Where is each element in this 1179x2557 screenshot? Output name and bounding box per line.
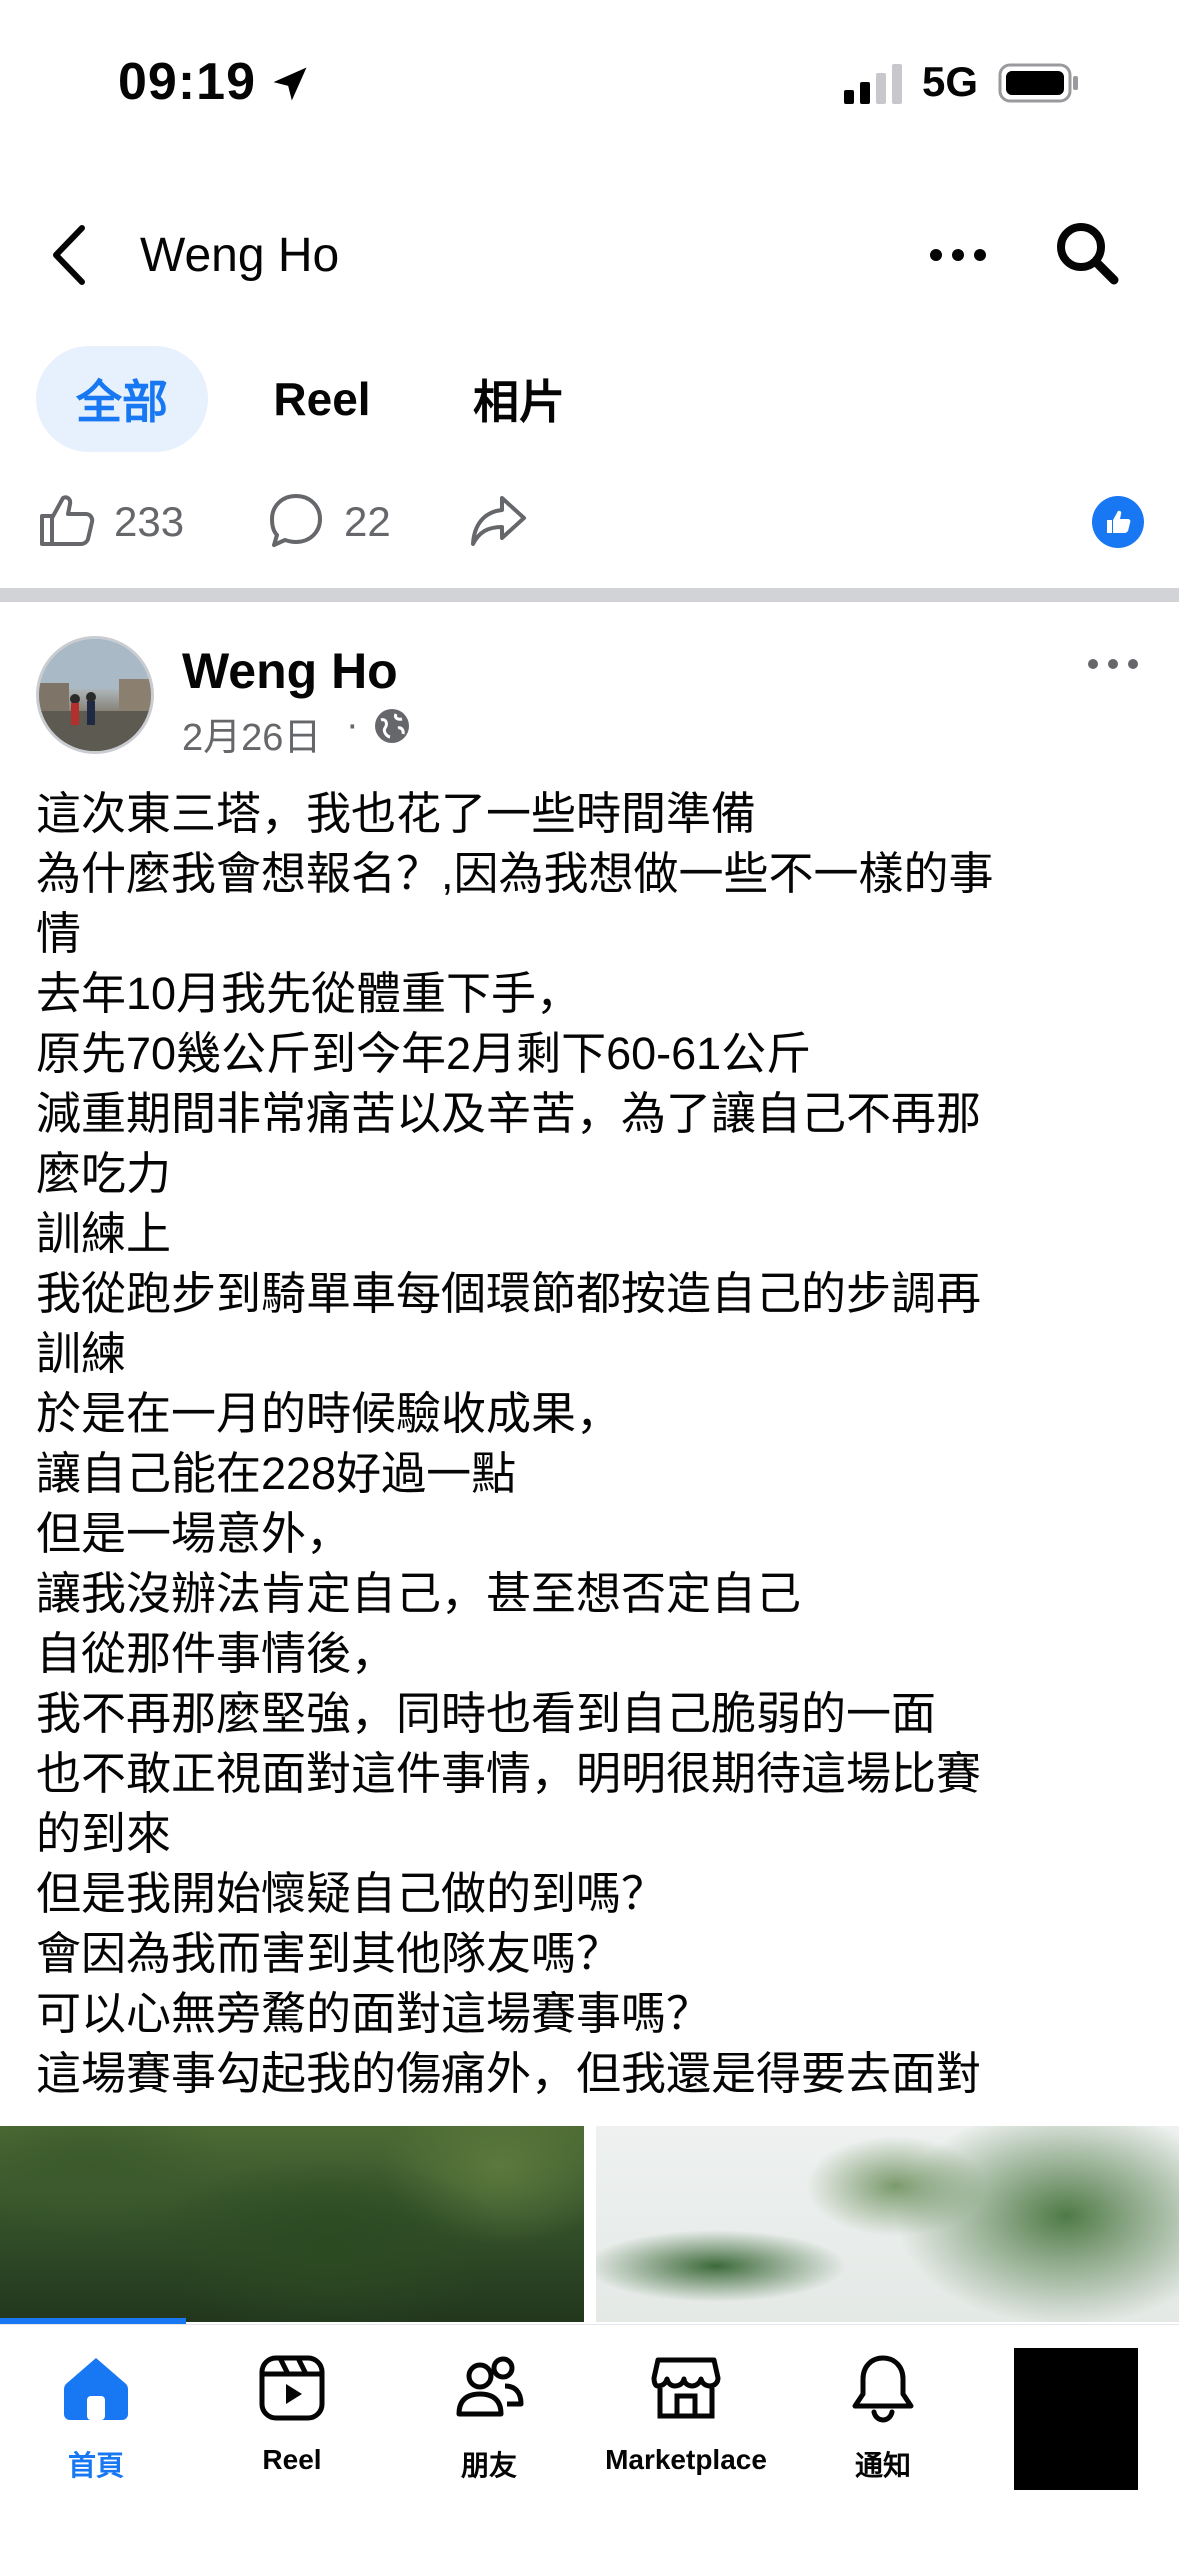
page-title: Weng Ho xyxy=(140,229,340,282)
like-reaction-badge xyxy=(1092,496,1144,548)
post-line: 情 xyxy=(36,908,82,959)
post-line: 麼吃力 xyxy=(36,1148,172,1199)
post-more-icon[interactable] xyxy=(1086,652,1140,676)
search-icon[interactable] xyxy=(1052,218,1122,288)
post-body: 這次東三塔，我也花了一些時間準備 為什麼我會想報名？,因為我想做一些不一樣的事 … xyxy=(36,784,1146,2104)
post-line: 訓練 xyxy=(36,1328,127,1379)
nav-notifications[interactable]: 通知 xyxy=(783,2352,983,2484)
friends-icon xyxy=(456,2356,524,2417)
marketplace-icon xyxy=(651,2357,721,2419)
more-options-icon[interactable] xyxy=(928,240,988,270)
post-line: 原先70幾公斤到今年2月剩下60-61公斤 xyxy=(36,1028,812,1079)
network-type: 5G xyxy=(922,58,979,105)
nav-marketplace-label: Marketplace xyxy=(605,2444,767,2475)
post-line: 去年10月我先從體重下手， xyxy=(36,968,582,1019)
post-line: 可以心無旁騖的面對這場賽事嗎？ xyxy=(36,1988,712,2039)
cellular-signal-icon xyxy=(844,64,902,104)
meta-separator: · xyxy=(346,704,359,746)
bell-icon xyxy=(852,2355,914,2423)
tab-reel[interactable]: Reel xyxy=(252,346,392,452)
post-line: 訓練上 xyxy=(36,1208,172,1259)
post-line: 讓自己能在228好過一點 xyxy=(36,1448,517,1499)
post-line: 讓我沒辦法肯定自己，甚至想否定自己 xyxy=(36,1568,802,1619)
post-line: 這次東三塔，我也花了一些時間準備 xyxy=(36,788,757,839)
thumbs-up-icon xyxy=(1107,510,1131,533)
post-line: 也不敢正視面對這件事情，明明很期待這場比賽 xyxy=(36,1748,982,1799)
section-divider xyxy=(0,588,1179,602)
tab-photos[interactable]: 相片 xyxy=(452,346,586,452)
home-icon xyxy=(64,2358,128,2420)
post-photo-2[interactable] xyxy=(596,2126,1179,2322)
nav-reel[interactable]: Reel xyxy=(192,2352,392,2476)
post-date[interactable]: 2月26日 xyxy=(182,706,321,761)
location-arrow-icon xyxy=(273,67,307,101)
comment-count: 22 xyxy=(344,498,391,545)
status-time: 09:19 xyxy=(118,53,256,111)
post-line: 我從跑步到騎單車每個環節都按造自己的步調再 xyxy=(36,1268,982,1319)
post-line: 但是一場意外， xyxy=(36,1508,352,1559)
avatar[interactable] xyxy=(36,636,154,754)
share-arrow-icon[interactable] xyxy=(468,490,528,550)
nav-reel-label: Reel xyxy=(262,2444,322,2475)
nav-friends[interactable]: 朋友 xyxy=(389,2352,589,2484)
nav-friends-label: 朋友 xyxy=(460,2450,517,2481)
reel-icon xyxy=(259,2355,325,2421)
post-line: 減重期間非常痛苦以及辛苦，為了讓自己不再那 xyxy=(36,1088,982,1139)
comment-bubble-icon[interactable] xyxy=(266,490,326,550)
post-line: 會因為我而害到其他隊友嗎？ xyxy=(36,1928,622,1979)
post-line: 的到來 xyxy=(36,1808,172,1859)
post-line: 於是在一月的時候驗收成果， xyxy=(36,1388,622,1439)
avatar-photo xyxy=(39,639,151,751)
globe-public-icon xyxy=(375,709,409,743)
profile-tab-redacted[interactable] xyxy=(1014,2348,1138,2490)
post-line: 自從那件事情後， xyxy=(36,1628,397,1679)
tab-all[interactable]: 全部 xyxy=(36,346,208,452)
post-author[interactable]: Weng Ho xyxy=(182,642,398,700)
post-line: 為什麼我會想報名？,因為我想做一些不一樣的事 xyxy=(36,848,994,899)
nav-marketplace[interactable]: Marketplace xyxy=(586,2352,786,2476)
post-line: 這場賽事勾起我的傷痛外，但我還是得要去面對 xyxy=(36,2048,982,2099)
nav-notifications-label: 通知 xyxy=(854,2450,911,2481)
post-line: 但是我開始懷疑自己做的到嗎？ xyxy=(36,1868,667,1919)
nav-home-label: 首頁 xyxy=(67,2450,124,2481)
like-thumb-icon[interactable] xyxy=(36,490,96,550)
like-count: 233 xyxy=(114,498,185,545)
post-line: 我不再那麼堅強，同時也看到自己脆弱的一面 xyxy=(36,1688,937,1739)
back-chevron-icon[interactable] xyxy=(48,222,92,288)
battery-icon xyxy=(998,63,1078,103)
nav-home[interactable]: 首頁 xyxy=(0,2352,196,2484)
post-photo-1[interactable] xyxy=(0,2126,584,2322)
